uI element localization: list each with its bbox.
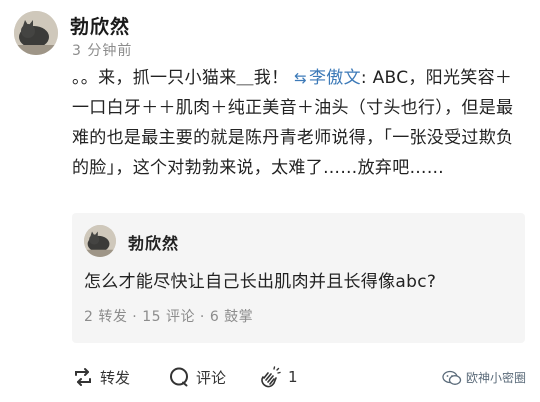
post-timestamp: 3 分钟前 xyxy=(72,43,133,59)
author-avatar[interactable] xyxy=(14,11,58,55)
quoted-author-avatar[interactable] xyxy=(84,225,116,257)
wechat-icon xyxy=(442,370,462,385)
watermark-text: 欧神小密圈 xyxy=(465,371,526,385)
cat-avatar-image xyxy=(14,11,58,55)
quoted-post-stats: 2 转发 · 15 评论 · 6 鼓掌 xyxy=(84,309,254,325)
repost-icon xyxy=(75,368,91,386)
clapping-hands-icon xyxy=(261,366,281,388)
quoted-post-card[interactable]: 勃欣然 怎么才能尽快让自己长出肌肉并且长得像abc? 2 转发 · 15 评论 … xyxy=(72,213,525,343)
post-text-before-mention: 。。来，抓一只小猫来＿我！ xyxy=(72,68,295,88)
mention-name: 李傲文 xyxy=(308,68,361,88)
watermark: 欧神小密圈 xyxy=(442,369,526,386)
author-name[interactable]: 勃欣然 xyxy=(70,12,130,39)
repost-label: 转发 xyxy=(100,368,131,387)
comment-button[interactable]: 评论 xyxy=(168,362,226,392)
applause-button[interactable]: 1 xyxy=(258,362,298,392)
repost-arrows-icon: ⇆ xyxy=(294,69,307,87)
post-body: 。。来，抓一只小猫来＿我！ ⇆ 李傲文: ABC，阳光笑容＋一口白牙＋＋肌肉＋纯正… xyxy=(72,63,527,183)
comment-bubble-icon xyxy=(170,367,188,387)
mention-link[interactable]: ⇆ 李傲文 xyxy=(294,68,361,88)
applause-count: 1 xyxy=(288,368,298,386)
quoted-post-text: 怎么才能尽快让自己长出肌肉并且长得像abc? xyxy=(84,272,437,292)
quoted-author-name[interactable]: 勃欣然 xyxy=(128,230,179,254)
repost-button[interactable]: 转发 xyxy=(72,362,130,392)
cat-avatar-image xyxy=(84,225,116,257)
comment-label: 评论 xyxy=(196,368,227,387)
